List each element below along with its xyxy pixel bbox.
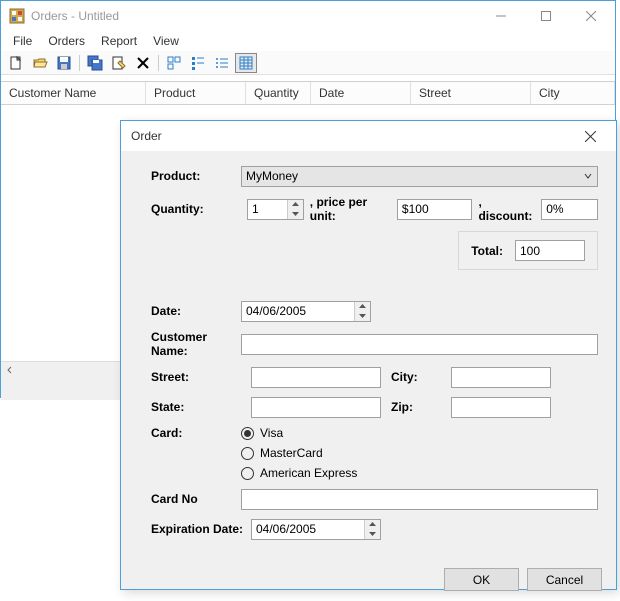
quantity-value: 1 — [252, 202, 259, 216]
card-no-field[interactable] — [241, 489, 598, 510]
quantity-spinner[interactable]: 1 — [247, 199, 304, 220]
discount-label: , discount: — [478, 195, 535, 223]
scroll-left-icon[interactable] — [1, 362, 18, 379]
price-field[interactable]: $100 — [397, 199, 473, 220]
menu-file[interactable]: File — [5, 32, 40, 50]
dialog-buttons: OK Cancel — [121, 558, 616, 601]
radio-icon — [241, 447, 254, 460]
view-small-icon[interactable] — [187, 53, 209, 73]
dialog-title: Order — [131, 129, 570, 143]
card-radio-group: Visa MasterCard American Express — [241, 426, 357, 480]
order-dialog: Order Product: MyMoney Quantity: 1 , pri… — [120, 120, 617, 590]
window-controls — [478, 2, 613, 30]
menu-orders[interactable]: Orders — [40, 32, 93, 50]
customer-name-field[interactable] — [241, 334, 598, 355]
date-label: Date: — [151, 304, 241, 318]
col-date[interactable]: Date — [311, 82, 411, 104]
total-label: Total: — [471, 244, 503, 258]
app-icon — [9, 8, 25, 24]
minimize-button[interactable] — [478, 2, 523, 30]
dialog-titlebar: Order — [121, 121, 616, 151]
open-icon[interactable] — [29, 53, 51, 73]
total-box: Total: 100 — [458, 231, 598, 270]
toolbar — [1, 51, 615, 75]
delete-icon[interactable] — [132, 53, 154, 73]
radio-amex[interactable]: American Express — [241, 466, 357, 480]
save-all-icon[interactable] — [84, 53, 106, 73]
product-label: Product: — [151, 169, 241, 183]
properties-icon[interactable] — [108, 53, 130, 73]
price-per-unit-label: , price per unit: — [310, 195, 391, 223]
spin-down-icon[interactable] — [287, 209, 303, 219]
card-no-label: Card No — [151, 492, 241, 506]
quantity-label: Quantity: — [151, 202, 241, 216]
toolbar-separator — [79, 55, 80, 71]
chevron-down-icon — [583, 170, 593, 184]
view-list-icon[interactable] — [211, 53, 233, 73]
street-field[interactable] — [251, 367, 381, 388]
customer-name-label: Customer Name: — [151, 330, 241, 358]
col-product[interactable]: Product — [146, 82, 246, 104]
grid-header: Customer Name Product Quantity Date Stre… — [1, 81, 615, 105]
col-city[interactable]: City — [531, 82, 615, 104]
zip-label: Zip: — [391, 400, 441, 414]
product-value: MyMoney — [246, 169, 298, 183]
new-icon[interactable] — [5, 53, 27, 73]
total-field: 100 — [515, 240, 585, 261]
city-field[interactable] — [451, 367, 551, 388]
street-label: Street: — [151, 370, 241, 384]
cancel-button[interactable]: Cancel — [527, 568, 602, 591]
spin-up-icon[interactable] — [287, 200, 303, 210]
titlebar: Orders - Untitled — [1, 1, 615, 31]
menu-view[interactable]: View — [145, 32, 187, 50]
window-title: Orders - Untitled — [31, 9, 478, 23]
maximize-button[interactable] — [523, 2, 568, 30]
state-field[interactable] — [251, 397, 381, 418]
spin-up-icon[interactable] — [354, 302, 370, 312]
expiration-date-field[interactable]: 04/06/2005 — [251, 519, 381, 540]
discount-field[interactable]: 0% — [541, 199, 598, 220]
menu-report[interactable]: Report — [93, 32, 145, 50]
col-street[interactable]: Street — [411, 82, 531, 104]
col-customer-name[interactable]: Customer Name — [1, 82, 146, 104]
menubar: File Orders Report View — [1, 31, 615, 51]
col-quantity[interactable]: Quantity — [246, 82, 311, 104]
dialog-body: Product: MyMoney Quantity: 1 , price per… — [121, 151, 616, 558]
zip-field[interactable] — [451, 397, 551, 418]
product-combo[interactable]: MyMoney — [241, 166, 598, 187]
spin-up-icon[interactable] — [364, 520, 380, 530]
close-button[interactable] — [568, 2, 613, 30]
date-field[interactable]: 04/06/2005 — [241, 301, 371, 322]
state-label: State: — [151, 400, 241, 414]
city-label: City: — [391, 370, 441, 384]
expiration-date-label: Expiration Date: — [151, 522, 251, 536]
card-label: Card: — [151, 426, 241, 440]
toolbar-separator — [158, 55, 159, 71]
ok-button[interactable]: OK — [444, 568, 519, 591]
spin-down-icon[interactable] — [364, 529, 380, 539]
save-icon[interactable] — [53, 53, 75, 73]
radio-visa[interactable]: Visa — [241, 426, 357, 440]
spin-down-icon[interactable] — [354, 311, 370, 321]
view-large-icon[interactable] — [163, 53, 185, 73]
view-details-icon[interactable] — [235, 53, 257, 73]
dialog-close-button[interactable] — [570, 123, 610, 149]
radio-mastercard[interactable]: MasterCard — [241, 446, 357, 460]
radio-icon — [241, 427, 254, 440]
radio-icon — [241, 467, 254, 480]
